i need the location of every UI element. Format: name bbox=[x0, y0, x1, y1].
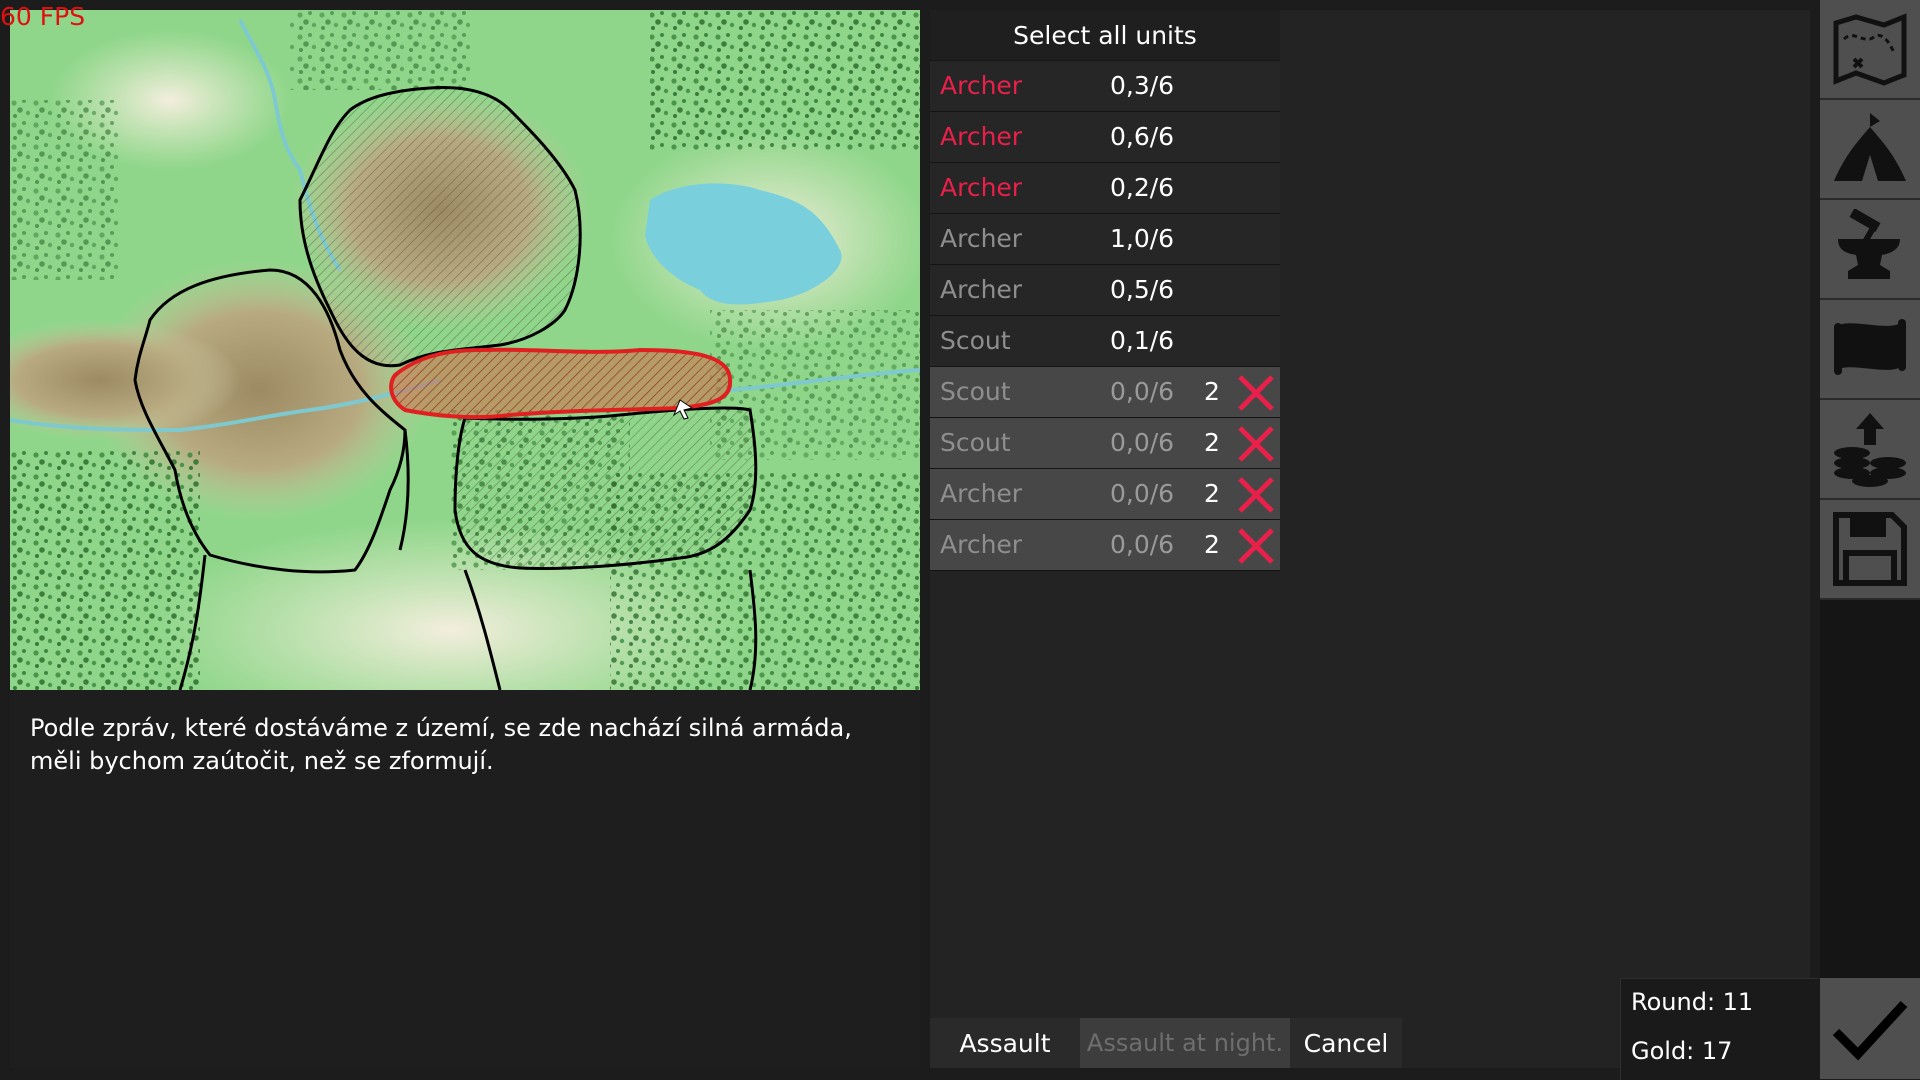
unit-row[interactable]: Archer 0,5/6 bbox=[930, 265, 1280, 316]
unit-row[interactable]: Archer 0,3/6 bbox=[930, 61, 1280, 112]
unit-row[interactable]: Archer 0,2/6 bbox=[930, 163, 1280, 214]
unit-row[interactable]: Scout 0,0/6 2 bbox=[930, 367, 1280, 418]
unit-strength: 0,0/6 bbox=[1110, 377, 1175, 406]
unit-strength: 0,6/6 bbox=[1110, 122, 1175, 151]
unit-strength: 0,0/6 bbox=[1110, 428, 1175, 457]
unit-row[interactable]: Scout 0,0/6 2 bbox=[930, 418, 1280, 469]
region-description-text: Podle zpráv, které dostáváme z území, se… bbox=[30, 714, 852, 775]
economy-button[interactable] bbox=[1820, 400, 1920, 500]
camp-button[interactable] bbox=[1820, 100, 1920, 200]
unit-name: Archer bbox=[940, 275, 1023, 304]
fps-counter: 60 FPS bbox=[0, 2, 86, 31]
army-panel: Select all units Archer 0,3/6 Archer 0,6/6 A… bbox=[930, 10, 1810, 1068]
sidebar bbox=[1820, 0, 1920, 1079]
unit-turns-count: 2 bbox=[1204, 530, 1220, 559]
unit-name: Archer bbox=[940, 530, 1023, 559]
coins-icon bbox=[1834, 413, 1906, 487]
unit-strength: 0,2/6 bbox=[1110, 173, 1175, 202]
unit-row[interactable]: Archer 0,6/6 bbox=[930, 112, 1280, 163]
unit-name: Scout bbox=[940, 326, 1011, 355]
assault-button[interactable]: Assault bbox=[930, 1018, 1080, 1068]
unit-row[interactable]: Archer 0,0/6 2 bbox=[930, 520, 1280, 571]
remove-unit-icon[interactable] bbox=[1236, 526, 1276, 566]
unit-strength: 0,0/6 bbox=[1110, 479, 1175, 508]
unit-row[interactable]: Archer 1,0/6 bbox=[930, 214, 1280, 265]
unit-row[interactable]: Archer 0,0/6 2 bbox=[930, 469, 1280, 520]
unit-name: Archer bbox=[940, 173, 1023, 202]
unit-row[interactable]: Scout 0,1/6 bbox=[930, 316, 1280, 367]
tent-icon bbox=[1834, 113, 1906, 181]
unit-name: Scout bbox=[940, 428, 1011, 457]
scroll-icon bbox=[1834, 319, 1906, 375]
select-all-units-button[interactable]: Select all units bbox=[930, 10, 1280, 61]
unit-turns-count: 2 bbox=[1204, 377, 1220, 406]
save-button[interactable] bbox=[1820, 500, 1920, 600]
round-counter: Round: 11 bbox=[1631, 988, 1754, 1016]
unit-strength: 0,1/6 bbox=[1110, 326, 1175, 355]
unit-strength: 0,3/6 bbox=[1110, 71, 1175, 100]
smithy-button[interactable] bbox=[1820, 200, 1920, 300]
remove-unit-icon[interactable] bbox=[1236, 373, 1276, 413]
unit-list: Select all units Archer 0,3/6 Archer 0,6/6 A… bbox=[930, 10, 1280, 571]
unit-strength: 1,0/6 bbox=[1110, 224, 1175, 253]
end-turn-button[interactable] bbox=[1820, 978, 1920, 1079]
region-description-panel: Podle zpráv, které dostáváme z území, se… bbox=[10, 690, 920, 1068]
unit-name: Archer bbox=[940, 224, 1023, 253]
unit-name: Archer bbox=[940, 122, 1023, 151]
cancel-button[interactable]: Cancel bbox=[1290, 1018, 1402, 1068]
save-icon bbox=[1833, 512, 1907, 586]
unit-turns-count: 2 bbox=[1204, 479, 1220, 508]
unit-name: Archer bbox=[940, 71, 1023, 100]
map-button[interactable] bbox=[1820, 0, 1920, 100]
checkmark-icon bbox=[1832, 1000, 1908, 1060]
remove-unit-icon[interactable] bbox=[1236, 424, 1276, 464]
map-view[interactable] bbox=[10, 10, 920, 690]
unit-turns-count: 2 bbox=[1204, 428, 1220, 457]
unit-strength: 0,0/6 bbox=[1110, 530, 1175, 559]
map-canvas[interactable] bbox=[10, 10, 920, 690]
unit-name: Scout bbox=[940, 377, 1011, 406]
unit-strength: 0,5/6 bbox=[1110, 275, 1175, 304]
anvil-icon bbox=[1838, 209, 1900, 279]
scroll-button[interactable] bbox=[1820, 300, 1920, 400]
remove-unit-icon[interactable] bbox=[1236, 475, 1276, 515]
gold-counter: Gold: 17 bbox=[1631, 1037, 1733, 1065]
unit-name: Archer bbox=[940, 479, 1023, 508]
status-box: Round: 11 Gold: 17 bbox=[1620, 978, 1819, 1080]
map-icon bbox=[1833, 13, 1907, 86]
assault-at-night-button[interactable]: Assault at night. bbox=[1080, 1018, 1290, 1068]
